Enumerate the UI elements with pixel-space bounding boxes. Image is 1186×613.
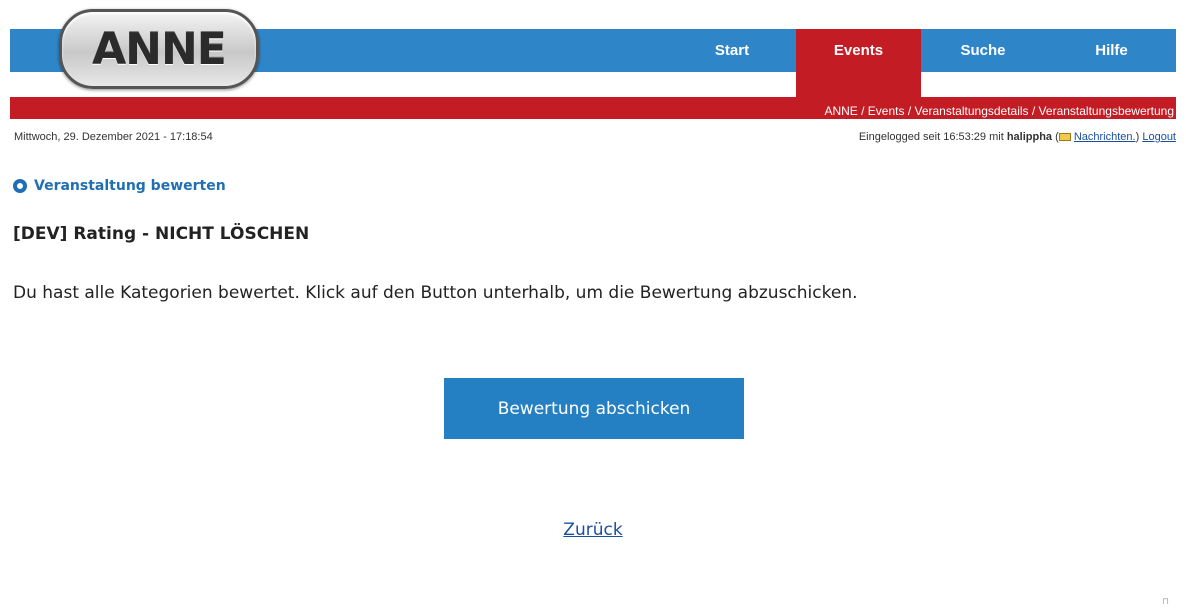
messages-link[interactable]: Nachrichten. xyxy=(1074,131,1136,143)
tab-suche[interactable]: Suche xyxy=(921,29,1045,72)
messages-close-paren: ) xyxy=(1135,131,1140,143)
mail-icon[interactable] xyxy=(1058,133,1071,141)
tab-start[interactable]: Start xyxy=(670,29,794,72)
event-title: [DEV] Rating - NICHT LÖSCHEN xyxy=(13,224,310,244)
login-prefix: Eingelogged seit 16:53:29 mit xyxy=(858,131,1004,143)
info-message: Du hast alle Kategorien bewertet. Klick … xyxy=(13,283,858,303)
radio-ring-icon xyxy=(13,179,27,193)
back-link-container: Zurück xyxy=(0,520,1186,540)
back-link[interactable]: Zurück xyxy=(563,520,622,540)
section-heading: Veranstaltung bewerten xyxy=(13,178,226,194)
tab-events[interactable]: Events xyxy=(796,29,921,97)
tab-hilfe[interactable]: Hilfe xyxy=(1047,29,1176,72)
login-status: Eingelogged seit 16:53:29 mit halippha (… xyxy=(859,131,1176,143)
section-title: Veranstaltung bewerten xyxy=(34,178,226,194)
breadcrumb: ANNE / Events / Veranstaltungsdetails / … xyxy=(824,104,1174,118)
logo-text: ANNE xyxy=(92,23,227,75)
submit-rating-button[interactable]: Bewertung abschicken xyxy=(444,378,744,439)
anne-logo[interactable]: ANNE xyxy=(59,9,259,89)
current-datetime: Mittwoch, 29. Dezember 2021 - 17:18:54 xyxy=(14,131,213,143)
username: halippha xyxy=(1006,131,1053,143)
logout-link[interactable]: Logout xyxy=(1142,131,1176,143)
breadcrumb-bar: ANNE / Events / Veranstaltungsdetails / … xyxy=(10,97,1176,119)
resize-corner-icon: ⊓ xyxy=(1162,597,1170,607)
